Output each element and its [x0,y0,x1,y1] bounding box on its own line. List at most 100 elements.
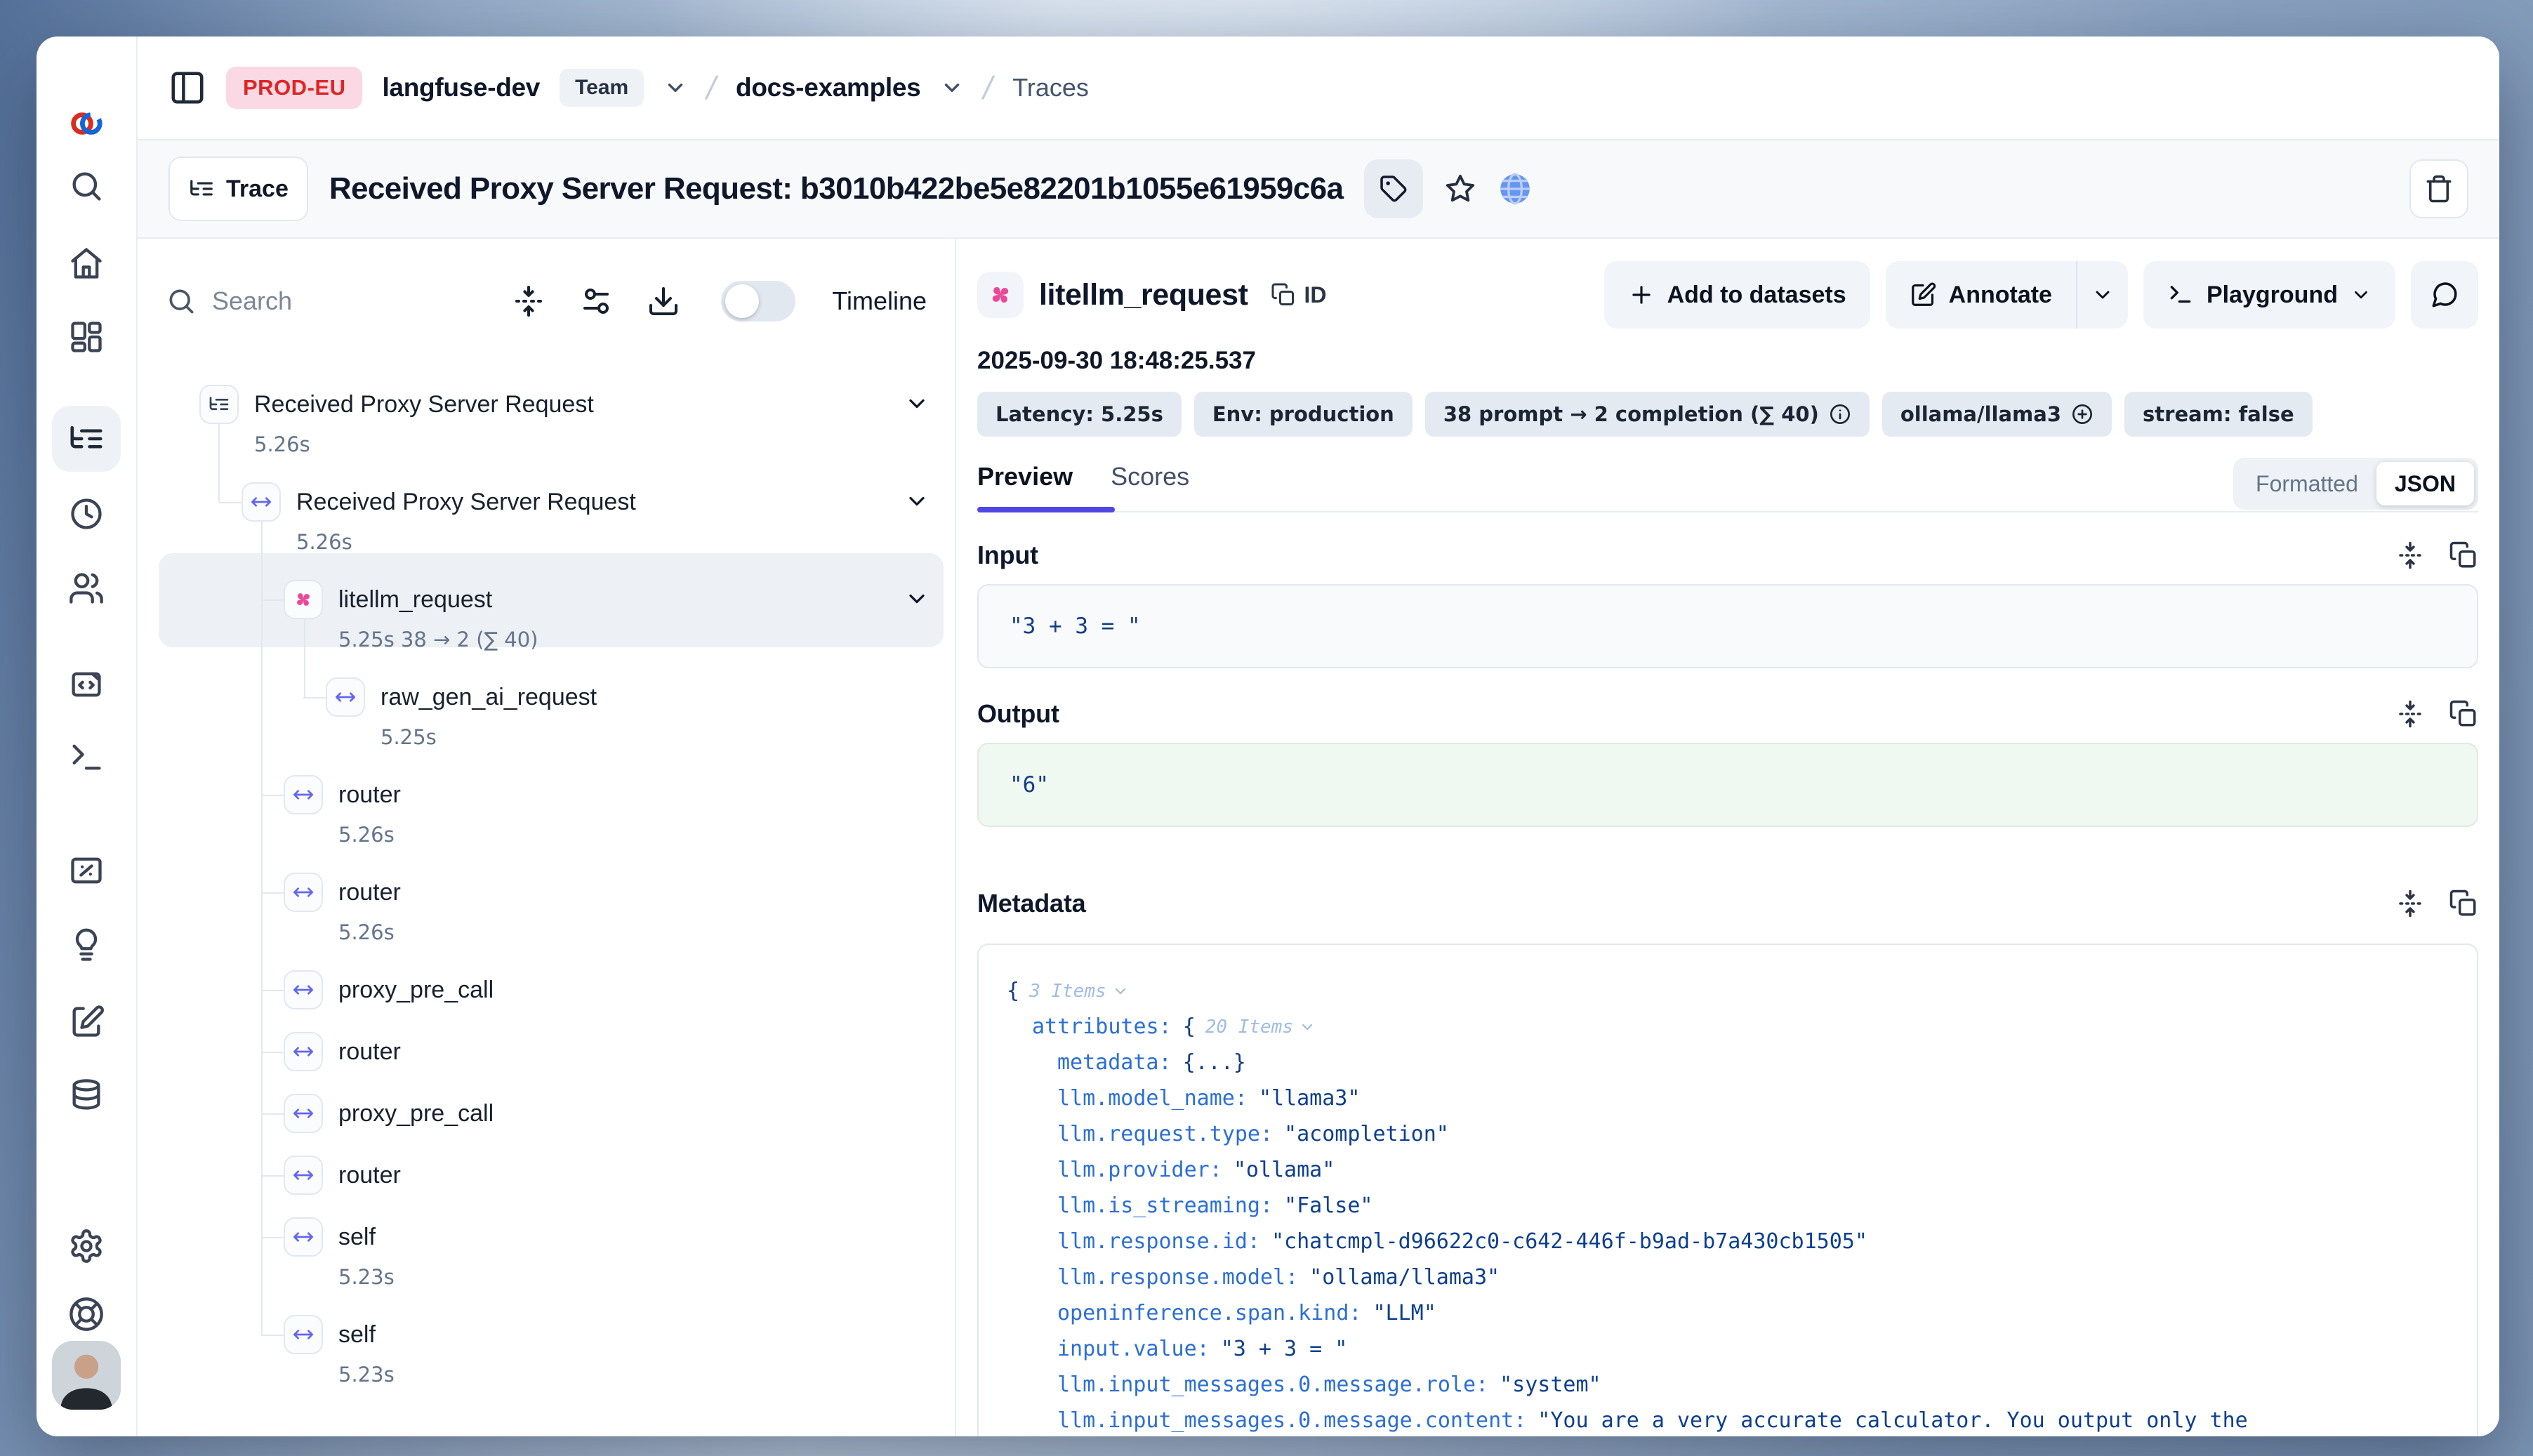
tree-node-received-proxy-server-request[interactable]: Received Proxy Server Request5.26s [242,482,636,554]
star-bookmark-icon[interactable] [1444,173,1476,205]
copy-id-button[interactable]: ID [1271,282,1327,308]
active-tab-indicator [977,507,1115,512]
detail-scroll-area[interactable]: Input "3 + 3 = " Output [977,512,2478,1436]
tree-node-label: Received Proxy Server Request [296,482,636,522]
tree-node-litellm-request[interactable]: litellm_request5.25s 38 → 2 (∑ 40) [284,580,538,651]
tag-button[interactable] [1364,159,1423,218]
json-line: input.value:"3 + 3 = " [1007,1331,2449,1367]
input-section-title: Input [977,541,1038,570]
filter-settings-icon[interactable] [579,284,613,318]
metadata-section-title: Metadata [977,889,1085,918]
tree-node-router[interactable]: router5.26s [284,873,401,944]
support-lifebuoy-icon[interactable] [68,1296,105,1332]
annotation-clipboard-pen-icon[interactable] [68,1003,105,1040]
json-line: llm.input_messages.0.message.content:"Yo… [1007,1403,2449,1436]
breadcrumb-bar: PROD-EU langfuse-dev Team / docs-example… [138,37,2499,140]
tree-node-duration: 5.25s 38 → 2 (∑ 40) [338,628,538,651]
datasets-database-icon[interactable] [68,1077,105,1113]
evaluation-percent-icon[interactable] [68,852,105,889]
settings-gear-icon[interactable] [68,1228,105,1264]
json-key: llm.is_streaming: [1057,1193,1273,1218]
tree-node-router[interactable]: router5.26s [284,775,401,847]
trash-icon [2424,174,2454,204]
info-icon[interactable] [1829,403,1851,425]
tree-node-router[interactable]: router [284,1032,401,1071]
tab-scores[interactable]: Scores [1111,458,1189,491]
tree-connector [261,1175,284,1177]
home-icon[interactable] [68,245,105,282]
breadcrumb-project[interactable]: docs-examples [736,73,920,102]
copy-icon[interactable] [2449,889,2478,918]
chevron-down-icon[interactable] [904,489,930,514]
collapse-all-icon[interactable] [512,284,545,318]
metric-badge: 38 prompt → 2 completion (∑ 40) [1425,392,1870,437]
chevron-down-icon[interactable] [940,76,964,100]
tree-node-self[interactable]: self5.23s [284,1217,395,1289]
timeline-toggle[interactable] [721,281,795,322]
users-icon[interactable] [68,570,105,607]
sidebar-toggle-icon[interactable] [168,69,206,107]
json-line: llm.input_messages.0.message.role:"syste… [1007,1367,2449,1403]
annotate-dropdown-button[interactable] [2076,261,2128,329]
copy-icon[interactable] [2449,699,2478,729]
tree-node-router[interactable]: router [284,1156,401,1195]
public-globe-icon[interactable] [1497,171,1533,206]
chevron-down-icon[interactable] [663,76,687,100]
add-to-datasets-button[interactable]: Add to datasets [1604,261,1870,329]
plus-circle-icon[interactable] [2071,403,2094,425]
observation-timestamp: 2025-09-30 18:48:25.537 [977,347,2478,375]
tree-node-proxy-pre-call[interactable]: proxy_pre_call [284,970,494,1010]
tree-connector [261,1052,284,1053]
prompts-file-code-icon[interactable] [68,666,105,703]
tree-node-label: router [338,873,401,912]
org-logo-icon[interactable] [70,107,103,140]
json-brace: { [1007,979,1019,1003]
chevron-down-icon[interactable] [1299,1019,1316,1035]
comments-button[interactable] [2411,261,2478,329]
tree-node-label: router [338,775,401,814]
json-line: metadata:{...} [1007,1045,2449,1080]
json-key: llm.provider: [1057,1158,1222,1182]
download-icon[interactable] [647,284,680,318]
delete-trace-button[interactable] [2409,159,2468,218]
collapse-icon[interactable] [2395,541,2425,570]
dashboard-icon[interactable] [68,319,105,355]
sidebar-item-traces[interactable] [52,406,121,472]
tree-node-proxy-pre-call[interactable]: proxy_pre_call [284,1094,494,1133]
breadcrumb-page[interactable]: Traces [1012,73,1089,102]
tree-node-self[interactable]: self5.23s [284,1315,395,1386]
json-key: openinference.span.kind: [1057,1301,1361,1325]
json-value: "llama3" [1259,1086,1361,1111]
tab-preview[interactable]: Preview [977,458,1073,491]
tree-node-raw-gen-ai-request[interactable]: raw_gen_ai_request5.25s [326,677,597,749]
json-value: "acompletion" [1284,1122,1449,1146]
json-brace: {...} [1183,1050,1246,1075]
format-option-json[interactable]: JSON [2376,462,2474,505]
litellm-generation-icon [977,272,1024,318]
tree-node-received-proxy-server-request[interactable]: Received Proxy Server Request5.26s [199,385,594,456]
json-value: "You are a very accurate calculator. You… [1537,1408,2247,1433]
tree-node-label: Received Proxy Server Request [254,385,594,424]
span-icon [242,482,281,522]
user-avatar[interactable] [52,1341,121,1410]
annotate-button[interactable]: Annotate [1886,261,2076,329]
search-icon[interactable] [68,168,105,204]
breadcrumb-org[interactable]: langfuse-dev [382,73,540,102]
chevron-down-icon[interactable] [904,391,930,416]
tree-toolbar: Timeline [138,239,955,364]
span-icon [284,1315,323,1354]
sessions-clock-icon[interactable] [68,496,105,532]
copy-icon[interactable] [2449,541,2478,570]
search-input[interactable] [212,286,437,316]
playground-button[interactable]: Playground [2143,261,2395,329]
chevron-down-icon[interactable] [904,586,930,611]
format-option-formatted[interactable]: Formatted [2237,462,2376,505]
collapse-icon[interactable] [2395,889,2425,918]
json-line: llm.request.type:"acompletion" [1007,1116,2449,1152]
lightbulb-icon[interactable] [68,928,105,965]
chevron-down-icon [2350,284,2372,305]
json-line: llm.is_streaming:"False" [1007,1188,2449,1224]
chevron-down-icon[interactable] [1112,983,1129,1000]
collapse-icon[interactable] [2395,699,2425,729]
playground-terminal-icon[interactable] [68,739,105,775]
